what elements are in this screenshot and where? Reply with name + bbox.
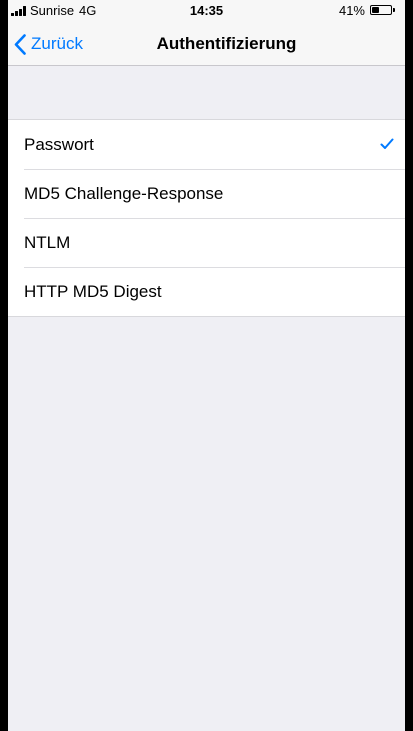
- option-label: HTTP MD5 Digest: [24, 282, 162, 301]
- battery-tip: [393, 8, 395, 12]
- back-button-label: Zurück: [31, 34, 83, 53]
- chevron-left-icon: [14, 33, 26, 55]
- option-md5-challenge-response[interactable]: MD5 Challenge-Response: [8, 169, 405, 218]
- option-label: Passwort: [24, 135, 94, 154]
- option-ntlm[interactable]: NTLM: [8, 218, 405, 267]
- page-title: Authentifizierung: [156, 34, 297, 53]
- option-label: NTLM: [24, 233, 71, 252]
- checkmark-icon: [380, 138, 394, 149]
- battery-percent: 41%: [338, 3, 365, 18]
- option-label: MD5 Challenge-Response: [24, 184, 224, 203]
- status-bar: Sunrise 4G 14:35 41%: [8, 0, 405, 22]
- back-button[interactable]: Zurück: [14, 32, 83, 56]
- authentication-options-list: Passwort MD5 Challenge-Response NTLM HTT…: [8, 119, 405, 317]
- battery-icon: [370, 5, 392, 15]
- option-http-md5-digest[interactable]: HTTP MD5 Digest: [8, 267, 405, 316]
- option-passwort[interactable]: Passwort: [8, 120, 405, 169]
- battery-level: [372, 7, 380, 13]
- settings-screen: Sunrise 4G 14:35 41% Zurück Authentifizi…: [8, 0, 405, 731]
- navigation-bar: Zurück Authentifizierung: [8, 22, 405, 66]
